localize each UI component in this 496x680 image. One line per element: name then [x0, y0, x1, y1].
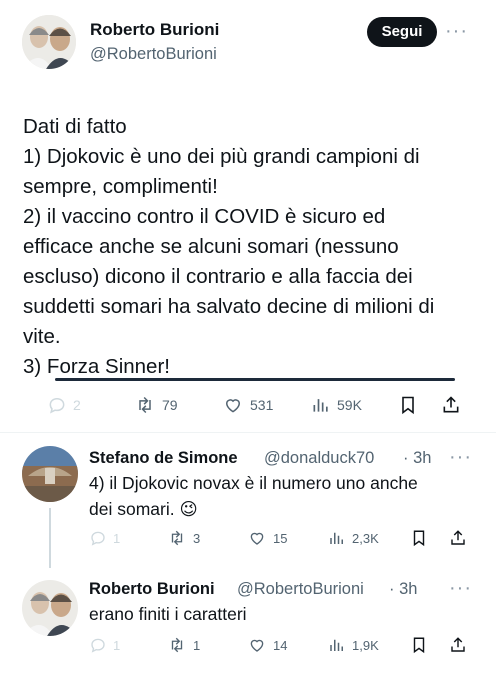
retweet-count: 79 — [162, 397, 178, 413]
like-button[interactable]: 531 — [222, 395, 273, 415]
tweet-line: sempre, complimenti! — [23, 175, 218, 198]
retweet-icon — [139, 396, 151, 414]
like-icon — [225, 399, 241, 413]
share-icon — [451, 637, 465, 652]
like-icon — [250, 639, 264, 652]
reply-icon — [91, 638, 105, 653]
views-count: 1,9K — [352, 637, 379, 653]
reply-button[interactable]: 1 — [89, 529, 120, 547]
views-icon — [330, 639, 343, 651]
share-button[interactable] — [449, 529, 467, 547]
retweet-button[interactable]: 79 — [134, 395, 178, 415]
views-button[interactable]: 1,9K — [328, 636, 379, 654]
reply-icon — [91, 531, 105, 546]
reply-author-handle[interactable]: @donalduck70 — [264, 449, 374, 468]
retweet-count: 1 — [193, 637, 201, 653]
like-button[interactable]: 15 — [247, 529, 287, 547]
avatar-image — [22, 446, 78, 502]
author-name[interactable]: Roberto Burioni — [90, 20, 219, 40]
share-button[interactable] — [441, 395, 461, 415]
like-button[interactable]: 14 — [247, 636, 287, 654]
reply-avatar[interactable] — [22, 446, 78, 502]
reply-icon — [49, 397, 65, 414]
reply-line: erano finiti i caratteri — [89, 604, 247, 624]
reply-count: 2 — [73, 397, 81, 413]
bookmark-button[interactable] — [410, 529, 428, 547]
bookmark-icon — [413, 530, 425, 547]
tweet-line: escluso) dicono il contrario e alla facc… — [23, 265, 413, 288]
more-options-icon[interactable]: ··· — [449, 577, 472, 600]
like-count: 14 — [273, 637, 288, 653]
author-handle[interactable]: @RobertoBurioni — [90, 45, 217, 64]
views-count: 59K — [337, 397, 362, 413]
reply-count: 1 — [113, 637, 121, 653]
bookmark-button[interactable] — [410, 636, 428, 654]
views-count: 2,3K — [352, 530, 379, 546]
retweet-button[interactable]: 1 — [167, 636, 200, 654]
bookmark-icon — [413, 637, 425, 654]
bookmark-button[interactable] — [398, 395, 418, 415]
tweet-line: 1) Djokovic è uno dei più grandi campion… — [23, 145, 420, 168]
reply-time[interactable]: · 3h — [389, 580, 417, 599]
views-button[interactable]: 2,3K — [328, 529, 379, 547]
share-button[interactable] — [449, 636, 467, 654]
tweet-text: Dati di fatto 1) Djokovic è uno dei più … — [23, 112, 483, 382]
like-count: 531 — [250, 397, 274, 413]
like-count: 15 — [273, 530, 288, 546]
reply-line: dei somari. 😉 — [89, 499, 198, 519]
reply-button[interactable]: 2 — [47, 395, 81, 415]
tweet-line: 2) il vaccino contro il COVID è sicuro e… — [23, 205, 386, 228]
share-icon — [443, 396, 459, 413]
like-icon — [250, 532, 264, 545]
reply-time[interactable]: · 3h — [403, 449, 431, 468]
retweet-icon — [171, 637, 183, 653]
more-options-icon[interactable]: ··· — [445, 20, 468, 43]
media-progress-bar — [55, 378, 455, 381]
reply-button[interactable]: 1 — [89, 636, 120, 654]
tweet-line: suddetti somari ha salvato decine di mil… — [23, 295, 435, 318]
thread-line — [49, 508, 51, 568]
retweet-count: 3 — [193, 530, 201, 546]
views-icon — [330, 532, 343, 544]
bookmark-icon — [402, 396, 414, 415]
share-icon — [451, 530, 465, 545]
retweet-icon — [171, 530, 183, 546]
tweet-line: vite. — [23, 325, 61, 348]
reply-author-name[interactable]: Stefano de Simone — [89, 449, 238, 468]
reply-avatar[interactable] — [22, 580, 78, 636]
divider — [0, 432, 496, 433]
retweet-button[interactable]: 3 — [167, 529, 200, 547]
follow-button[interactable]: Segui — [367, 17, 437, 47]
tweet-line: efficace anche se alcuni somari (nessuno — [23, 235, 399, 258]
avatar-image — [22, 580, 78, 636]
reply-author-handle[interactable]: @RobertoBurioni — [237, 580, 364, 599]
views-icon — [313, 399, 328, 412]
avatar-image — [22, 15, 76, 69]
reply-line: 4) il Djokovic novax è il numero uno anc… — [89, 473, 418, 493]
reply-count: 1 — [113, 530, 121, 546]
more-options-icon[interactable]: ··· — [449, 446, 472, 469]
reply-author-name[interactable]: Roberto Burioni — [89, 580, 215, 599]
author-avatar[interactable] — [22, 15, 76, 69]
tweet-line: Dati di fatto — [23, 115, 127, 138]
views-button[interactable]: 59K — [311, 395, 362, 415]
